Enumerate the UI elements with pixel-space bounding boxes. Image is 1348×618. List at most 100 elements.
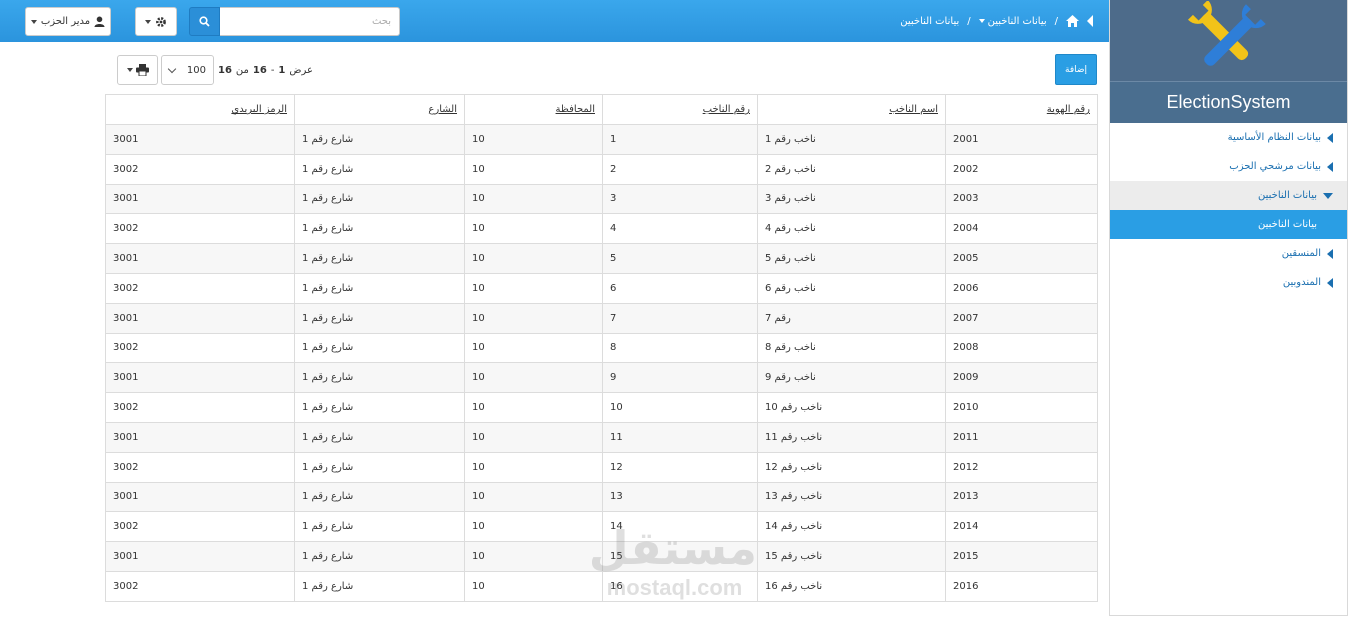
table-cell: 3001 bbox=[105, 421, 295, 453]
table-cell: 10 bbox=[602, 392, 758, 423]
table-row[interactable]: 2012 ناخب رقم 12 12 10 شارع رقم 1 3002 bbox=[105, 451, 1098, 483]
settings-button[interactable] bbox=[135, 7, 177, 36]
table-cell: 3001 bbox=[105, 481, 295, 513]
topbar: / بيانات الناخبين / بيانات الناخبين مدير… bbox=[0, 0, 1109, 42]
table-cell: 3 bbox=[602, 183, 758, 215]
table-cell: 2001 bbox=[945, 124, 1098, 155]
table-cell: 2011 bbox=[945, 421, 1098, 453]
user-menu-button[interactable]: مدير الحزب bbox=[25, 7, 111, 36]
brand-logo bbox=[1110, 0, 1347, 81]
table-cell: شارع رقم 1 bbox=[294, 272, 465, 304]
table-cell: شارع رقم 1 bbox=[294, 481, 465, 513]
page-info-dash: - bbox=[270, 64, 275, 76]
table-cell: 10 bbox=[464, 421, 603, 453]
table-cell: 10 bbox=[464, 243, 603, 274]
table-cell: شارع رقم 1 bbox=[294, 451, 465, 483]
table-cell: 3002 bbox=[105, 511, 295, 543]
column-header[interactable]: اسم الناخب bbox=[757, 94, 946, 125]
column-header[interactable]: الرمز البريدي bbox=[105, 94, 295, 125]
column-header[interactable]: الشارع bbox=[294, 94, 465, 125]
sidebar-item-basic-data[interactable]: بيانات النظام الأساسية bbox=[1110, 123, 1347, 152]
table-cell: 3001 bbox=[105, 362, 295, 394]
table-cell: 10 bbox=[464, 481, 603, 513]
table-cell: 2009 bbox=[945, 362, 1098, 394]
gear-icon bbox=[156, 16, 166, 27]
table-row[interactable]: 2016 ناخب رقم 16 16 10 شارع رقم 1 3002 bbox=[105, 570, 1098, 602]
table-cell: شارع رقم 1 bbox=[294, 332, 465, 364]
table-row[interactable]: 2005 ناخب رقم 5 5 10 شارع رقم 1 3001 bbox=[105, 243, 1098, 274]
table-cell: ناخب رقم 5 bbox=[757, 243, 946, 274]
column-header[interactable]: المحافظة bbox=[464, 94, 603, 125]
table-cell: 10 bbox=[464, 451, 603, 483]
sidebar-item-candidates[interactable]: بيانات مرشحي الحزب bbox=[1110, 152, 1347, 181]
user-menu-label: مدير الحزب bbox=[40, 16, 91, 27]
add-button[interactable]: إضافة bbox=[1055, 54, 1097, 85]
table-cell: 3002 bbox=[105, 213, 295, 245]
table-row[interactable]: 2007 رقم 7 7 10 شارع رقم 1 3001 bbox=[105, 302, 1098, 334]
page-info-to: 16 bbox=[252, 64, 267, 76]
breadcrumb: / بيانات الناخبين / بيانات الناخبين bbox=[900, 0, 1093, 42]
sidebar-item-voters[interactable]: بيانات الناخبين bbox=[1110, 181, 1347, 210]
table-cell: 7 bbox=[602, 302, 758, 334]
table-cell: ناخب رقم 1 bbox=[757, 124, 946, 155]
table-cell: 8 bbox=[602, 332, 758, 364]
table-row[interactable]: 2010 ناخب رقم 10 10 10 شارع رقم 1 3002 bbox=[105, 392, 1098, 423]
home-icon[interactable] bbox=[1066, 15, 1079, 27]
sidebar-item-delegates[interactable]: المندوبين bbox=[1110, 268, 1347, 297]
sidebar-item-label: المنسقين bbox=[1281, 248, 1321, 259]
page-info-of: من bbox=[235, 64, 249, 76]
sidebar-item-coordinators[interactable]: المنسقين bbox=[1110, 239, 1347, 268]
table-row[interactable]: 2004 ناخب رقم 4 4 10 شارع رقم 1 3002 bbox=[105, 213, 1098, 245]
print-icon bbox=[135, 64, 149, 76]
tools-logo-icon bbox=[1187, 0, 1266, 66]
caret-down-icon bbox=[30, 19, 37, 24]
sidebar-item-label: بيانات النظام الأساسية bbox=[1227, 132, 1321, 143]
table-cell: 14 bbox=[602, 511, 758, 543]
table-cell: ناخب رقم 16 bbox=[757, 570, 946, 602]
column-header[interactable]: رقم الناخب bbox=[602, 94, 758, 125]
sidebar-subitem-voters-data[interactable]: بيانات الناخبين bbox=[1110, 210, 1347, 239]
table-cell: 3002 bbox=[105, 392, 295, 423]
table-cell: 10 bbox=[464, 570, 603, 602]
table-cell: 10 bbox=[464, 153, 603, 185]
sidebar-toggle-icon[interactable] bbox=[1087, 15, 1093, 27]
table-cell: 2002 bbox=[945, 153, 1098, 185]
table-cell: شارع رقم 1 bbox=[294, 124, 465, 155]
table-cell: 10 bbox=[464, 272, 603, 304]
table-cell: 10 bbox=[464, 213, 603, 245]
table-row[interactable]: 2001 ناخب رقم 1 1 10 شارع رقم 1 3001 bbox=[105, 124, 1098, 155]
user-icon bbox=[94, 16, 105, 27]
table-row[interactable]: 2013 ناخب رقم 13 13 10 شارع رقم 1 3001 bbox=[105, 481, 1098, 513]
table-row[interactable]: 2011 ناخب رقم 11 11 10 شارع رقم 1 3001 bbox=[105, 421, 1098, 453]
table-cell: 2014 bbox=[945, 511, 1098, 543]
table-row[interactable]: 2015 ناخب رقم 15 15 10 شارع رقم 1 3001 bbox=[105, 541, 1098, 572]
table-row[interactable]: 2008 ناخب رقم 8 8 10 شارع رقم 1 3002 bbox=[105, 332, 1098, 364]
table-cell: ناخب رقم 15 bbox=[757, 541, 946, 572]
breadcrumb-section[interactable]: بيانات الناخبين bbox=[978, 16, 1047, 27]
table-cell: 10 bbox=[464, 302, 603, 334]
table-row[interactable]: 2003 ناخب رقم 3 3 10 شارع رقم 1 3001 bbox=[105, 183, 1098, 215]
breadcrumb-separator: / bbox=[967, 15, 971, 27]
table-header-row: رقم الهوية اسم الناخب رقم الناخب المحافظ… bbox=[105, 94, 1098, 125]
table-cell: 2008 bbox=[945, 332, 1098, 364]
table-cell: 3002 bbox=[105, 332, 295, 364]
table-row[interactable]: 2014 ناخب رقم 14 14 10 شارع رقم 1 3002 bbox=[105, 511, 1098, 543]
search-input[interactable] bbox=[220, 7, 400, 36]
table-cell: 2005 bbox=[945, 243, 1098, 274]
page-size-select[interactable]: 100 bbox=[161, 55, 214, 85]
column-header[interactable]: رقم الهوية bbox=[945, 94, 1098, 125]
sidebar-item-label: بيانات الناخبين bbox=[1258, 190, 1317, 201]
table-cell: ناخب رقم 8 bbox=[757, 332, 946, 364]
page-info-prefix: عرض bbox=[289, 64, 313, 76]
table-cell: شارع رقم 1 bbox=[294, 302, 465, 334]
table-row[interactable]: 2009 ناخب رقم 9 9 10 شارع رقم 1 3001 bbox=[105, 362, 1098, 394]
voters-table: رقم الهوية اسم الناخب رقم الناخب المحافظ… bbox=[105, 94, 1098, 602]
search-button[interactable] bbox=[189, 7, 220, 36]
table-row[interactable]: 2006 ناخب رقم 6 6 10 شارع رقم 1 3002 bbox=[105, 272, 1098, 304]
table-cell: شارع رقم 1 bbox=[294, 183, 465, 215]
caret-left-icon bbox=[1327, 248, 1333, 259]
table-row[interactable]: 2002 ناخب رقم 2 2 10 شارع رقم 1 3002 bbox=[105, 153, 1098, 185]
print-button[interactable] bbox=[117, 55, 158, 85]
table-cell: 10 bbox=[464, 124, 603, 155]
table-cell: شارع رقم 1 bbox=[294, 392, 465, 423]
